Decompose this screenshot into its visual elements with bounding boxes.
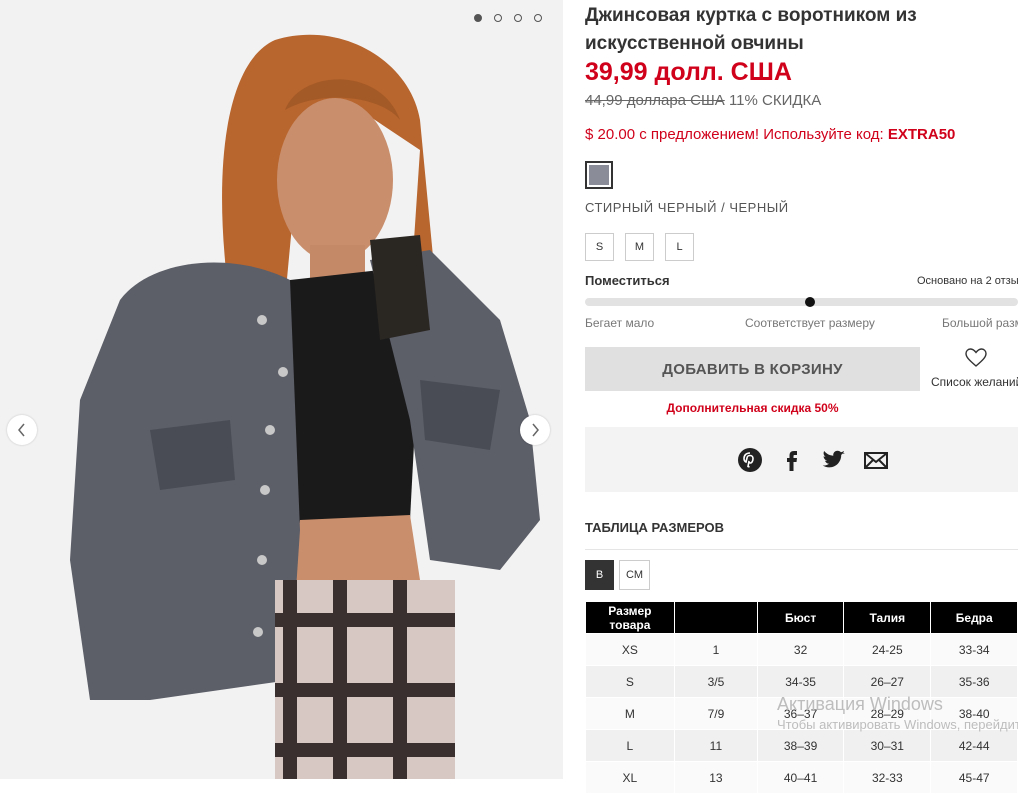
size-option-m[interactable]: M [625,233,654,261]
table-cell: XL [585,761,675,794]
table-cell: 32-33 [843,761,932,794]
color-swatch[interactable] [585,161,613,189]
chevron-right-icon [532,423,539,437]
table-cell: 42-44 [930,729,1018,762]
extra-discount-text: Дополнительная скидка 50% [666,401,839,415]
table-cell: 40–41 [757,761,845,794]
add-to-cart-button[interactable]: ДОБАВИТЬ В КОРЗИНУ [585,347,920,391]
product-image-gallery [0,0,563,779]
gallery-dot[interactable] [514,14,522,22]
prev-image-button[interactable] [7,415,37,445]
header-cell [673,601,759,634]
table-cell: 13 [673,761,759,794]
promo-code: EXTRA50 [887,126,956,143]
old-price: 44,99 доллара США [585,92,725,109]
table-header-row: Размер товара Бюст Талия Бедра [585,601,1018,634]
table-cell: 33-34 [930,633,1018,666]
table-cell: 1 [673,633,759,666]
promo-text: $ 20.00 с предложением! Используйте код:… [585,126,955,143]
table-cell: XS [585,633,675,666]
gallery-dot[interactable] [494,14,502,22]
table-cell: 34-35 [757,665,845,698]
twitter-icon[interactable] [821,447,847,473]
gallery-dot[interactable] [474,14,482,22]
table-row: S 3/5 34-35 26–27 35-36 [585,665,1018,698]
table-cell: 38-40 [930,697,1018,730]
table-cell: 3/5 [673,665,759,698]
old-price-row: 44,99 доллара США 11% СКИДКА [585,92,821,109]
table-row: L 11 38–39 30–31 42-44 [585,729,1018,762]
color-name: СТИРНЫЙ ЧЕРНЫЙ / ЧЕРНЫЙ [585,200,789,215]
table-cell: 36–37 [757,697,845,730]
table-cell: 24-25 [843,633,932,666]
table-cell: 28–29 [843,697,932,730]
size-chart-title: ТАБЛИЦА РАЗМЕРОВ [585,520,725,535]
product-price: 39,99 долл. США [585,58,792,86]
size-option-s[interactable]: S [585,233,614,261]
promo-message: $ 20.00 с предложением! Используйте код: [585,126,888,143]
heart-icon [965,348,987,367]
table-cell: 45-47 [930,761,1018,794]
table-cell: 11 [673,729,759,762]
header-cell: Талия [843,601,932,634]
size-option-l[interactable]: L [665,233,694,261]
fit-label-small: Бегает мало [585,316,655,330]
product-title: Джинсовая куртка с воротником из искусст… [585,5,917,54]
product-photo [0,0,563,779]
pinterest-icon[interactable] [737,447,763,473]
table-cell: S [585,665,675,698]
chevron-left-icon [18,423,25,437]
table-row: XL 13 40–41 32-33 45-47 [585,761,1018,794]
fit-reviews-count: Основано на 2 отзывах [917,275,1018,287]
table-cell: 7/9 [673,697,759,730]
table-cell: 35-36 [930,665,1018,698]
email-icon[interactable] [863,447,889,473]
size-selector: S M L [585,233,694,261]
table-row: XS 1 32 24-25 33-34 [585,633,1018,666]
next-image-button[interactable] [520,415,550,445]
header-cell: Размер товара [585,601,675,634]
table-cell: 38–39 [757,729,845,762]
table-row: M 7/9 36–37 28–29 38-40 [585,697,1018,730]
table-cell: 26–27 [843,665,932,698]
discount-label: 11% СКИДКА [728,92,822,109]
table-cell: L [585,729,675,762]
table-cell: 32 [757,633,845,666]
fit-label-true: Соответствует размеру [745,316,875,330]
gallery-dots [474,14,542,22]
unit-cm-button[interactable]: СМ [619,560,650,590]
social-share-bar [585,427,1018,492]
header-cell: Бюст [757,601,845,634]
divider [585,549,1018,550]
fit-label-large: Большой размер [942,316,1018,330]
facebook-icon[interactable] [779,447,805,473]
unit-inches-button[interactable]: В [585,560,614,590]
product-details-panel: Джинсовая куртка с воротником из искусст… [585,0,1018,794]
wishlist-button[interactable]: Список желаний [931,348,1018,389]
gallery-dot[interactable] [534,14,542,22]
size-chart-table: Размер товара Бюст Талия Бедра XS 1 32 2… [585,601,1018,794]
table-cell: 30–31 [843,729,932,762]
table-cell: M [585,697,675,730]
header-cell: Бедра [930,601,1018,634]
wishlist-label: Список желаний [931,375,1018,389]
fit-scale-bar [585,298,1018,306]
fit-title: Поместиться [585,273,670,288]
